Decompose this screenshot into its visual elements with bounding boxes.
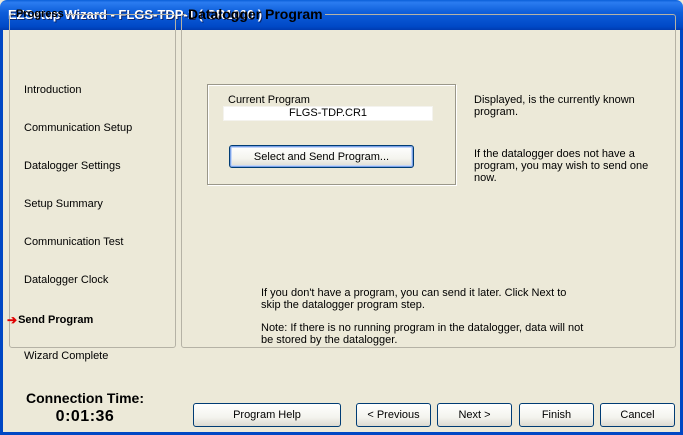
desc-none-line-3: now. [474,172,497,184]
desc-known-line-1: Displayed, is the currently known [474,94,635,106]
connection-time-value: 0:01:36 [55,408,115,425]
step-wizard-complete: Wizard Complete [24,350,109,362]
step-send-program: ➔ Send Program [7,312,94,327]
desc-known-line-2: program. [474,106,519,118]
later-line-2: skip the datalogger program step. [261,299,425,311]
desc-none-line-1: If the datalogger does not have a [474,148,635,160]
previous-button[interactable]: < Previous [356,403,431,427]
select-and-send-program-button[interactable]: Select and Send Program... [229,145,414,168]
step-introduction: Introduction [24,84,82,96]
next-button[interactable]: Next > [437,403,512,427]
current-program-field[interactable]: FLGS-TDP.CR1 [223,106,433,121]
arrow-right-icon: ➔ [7,312,18,327]
later-line-1: If you don't have a program, you can sen… [261,287,567,299]
step-datalogger-settings: Datalogger Settings [24,160,121,172]
current-program-label: Current Program [228,94,310,106]
progress-legend: Progress [16,8,64,20]
progress-group: Progress [9,8,176,348]
step-setup-summary: Setup Summary [24,198,103,210]
note-line-1: Note: If there is no running program in … [261,322,584,334]
datalogger-program-legend: Datalogger Program [188,6,323,22]
cancel-button[interactable]: Cancel [600,403,675,427]
connection-time-label: Connection Time: [26,390,144,406]
finish-button[interactable]: Finish [519,403,594,427]
step-communication-setup: Communication Setup [24,122,133,134]
note-line-2: be stored by the datalogger. [261,334,398,346]
step-communication-test: Communication Test [24,236,124,248]
desc-none-line-2: program, you may wish to send one [474,160,649,172]
program-help-button[interactable]: Program Help [193,403,341,427]
step-datalogger-clock: Datalogger Clock [24,274,109,286]
step-send-program-label: Send Program [18,314,94,326]
